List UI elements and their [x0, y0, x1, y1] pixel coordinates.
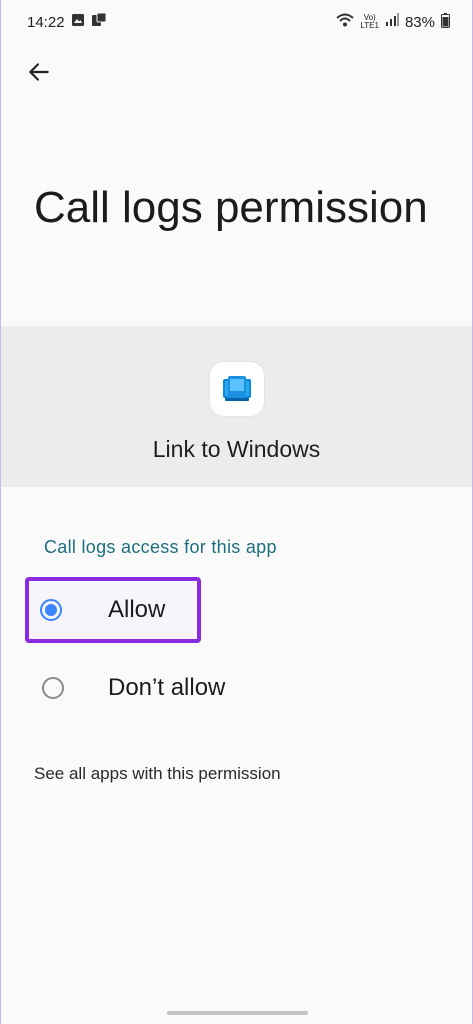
app-header-band: Link to Windows: [1, 326, 472, 487]
section-heading: Call logs access for this app: [44, 537, 277, 557]
link-to-windows-icon: [210, 362, 264, 416]
dont-allow-option[interactable]: Don’t allow: [25, 655, 325, 721]
dont-allow-label: Don’t allow: [108, 674, 226, 701]
battery-percent: 83%: [404, 13, 435, 31]
page-title: Call logs permission: [34, 183, 428, 232]
status-bar: 14:22 Vo) LTE1 83%: [1, 0, 472, 44]
volte-icon: Vo) LTE1: [360, 14, 379, 30]
volte-label-bottom: LTE1: [360, 21, 379, 30]
gallery-icon: [71, 13, 85, 31]
see-all-apps-link[interactable]: See all apps with this permission: [34, 764, 281, 784]
status-left: 14:22: [27, 12, 107, 32]
battery-icon: [441, 12, 450, 32]
status-time: 14:22: [27, 13, 65, 31]
allow-option[interactable]: Allow: [25, 577, 201, 643]
status-right: Vo) LTE1 83%: [336, 12, 450, 32]
allow-radio[interactable]: [40, 599, 62, 621]
messages-icon: [91, 12, 107, 32]
back-button[interactable]: [19, 54, 59, 94]
dont-allow-radio[interactable]: [42, 677, 64, 699]
app-name: Link to Windows: [152, 436, 321, 462]
signal-icon: [385, 13, 399, 31]
home-indicator[interactable]: [167, 1011, 308, 1015]
arrow-left-icon: [26, 59, 52, 90]
wifi-icon: [336, 13, 355, 31]
allow-label: Allow: [108, 596, 166, 623]
